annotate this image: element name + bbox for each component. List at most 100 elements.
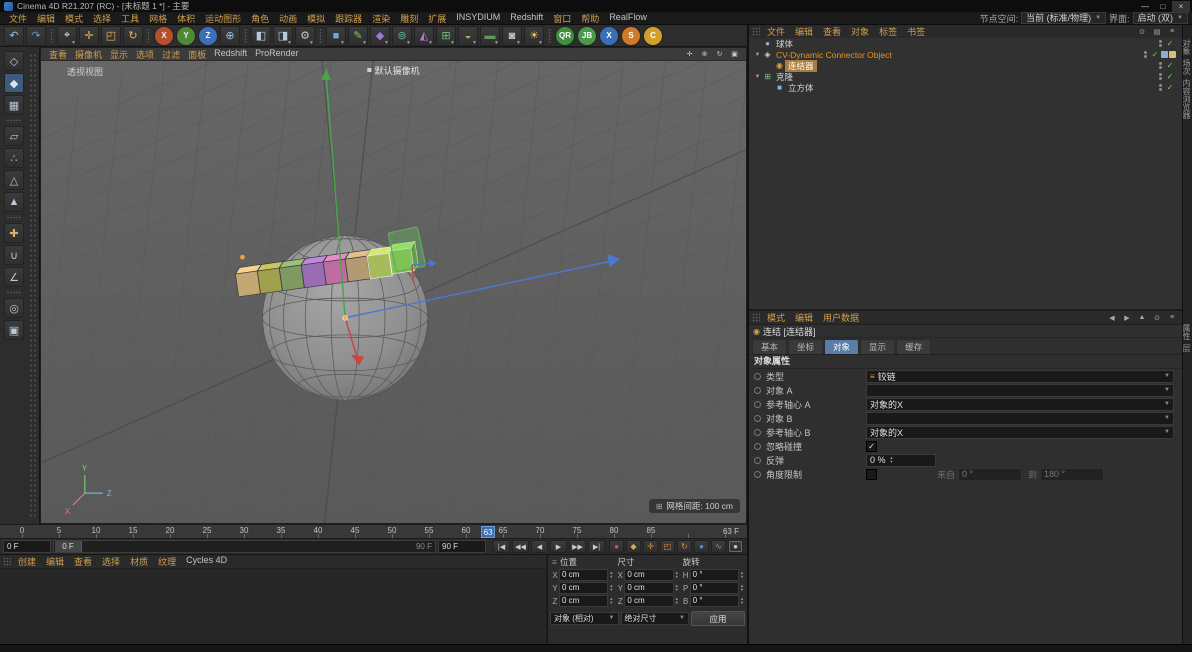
history-forward-icon[interactable]: ▶ [1121, 312, 1133, 323]
material-menu-4[interactable]: 选择 [97, 555, 125, 568]
coordinates-menu-icon[interactable]: ≡ [552, 557, 557, 567]
main-menu-9[interactable]: 角色 [246, 12, 274, 25]
main-menu-1[interactable]: 文件 [4, 12, 32, 25]
nodespace-dropdown[interactable]: 当前 (标准/物理) ▼ [1021, 12, 1107, 24]
spinner-icon[interactable]: ▲ ▼ [675, 571, 679, 579]
x-axis-lock-icon[interactable]: X [154, 25, 174, 46]
visibility-dots[interactable] [1141, 51, 1149, 58]
interface-dropdown[interactable]: 启动 (双) ▼ [1132, 12, 1188, 24]
range-start-handle[interactable]: 0 F [55, 541, 82, 552]
am-tab-2[interactable]: 坐标 [788, 339, 824, 354]
parameter-keyframe-toggle[interactable]: ● [694, 540, 709, 553]
material-menu-2[interactable]: 编辑 [41, 555, 69, 568]
main-menu-15[interactable]: 扩展 [423, 12, 451, 25]
coord-field-旋转-H[interactable]: 0 ° [689, 569, 740, 581]
om-menu-5[interactable]: 标签 [874, 25, 902, 38]
lock-workplane-icon[interactable]: ▣ [4, 320, 24, 340]
viewport-menu-6[interactable]: 面板 [184, 48, 210, 61]
am-menu-1[interactable]: 模式 [762, 311, 790, 324]
main-menu-16[interactable]: INSYDIUM [451, 12, 505, 25]
main-menu-18[interactable]: 窗口 [548, 12, 576, 25]
enable-axis-icon[interactable]: ✚ [4, 223, 24, 243]
cycles-plugin-icon[interactable]: C [643, 25, 663, 46]
angle-limit-checkbox[interactable] [866, 468, 877, 480]
spinner-icon[interactable]: ▲ ▼ [609, 597, 613, 605]
type-dropdown[interactable]: ≡ 铰链 ▼ [866, 369, 1174, 383]
anim-dot[interactable] [754, 414, 761, 422]
anim-dot[interactable] [754, 456, 761, 464]
primitive-cube-menu-icon[interactable]: ■ ▼ [326, 25, 346, 46]
object-name[interactable]: CV-Dynamic Connector Object [773, 50, 895, 60]
material-list-empty[interactable] [0, 569, 546, 645]
undo-icon[interactable]: ↶ [4, 25, 24, 46]
viewport-solo-icon[interactable]: ◎ [4, 298, 24, 318]
material-menu-6[interactable]: 纹理 [153, 555, 181, 568]
dock-tab-mid-1[interactable]: 属性 [1182, 324, 1192, 340]
quantize-toggle-icon[interactable]: ∠ [4, 267, 24, 287]
deformer-menu-icon[interactable]: ◭ ▼ [414, 25, 434, 46]
goto-end-button[interactable]: ▶| [588, 540, 605, 553]
timeline-playhead[interactable]: 63 [481, 526, 496, 538]
main-menu-13[interactable]: 渲染 [367, 12, 395, 25]
coord-field-位置-Y[interactable]: 0 cm [559, 582, 609, 594]
panel-grip[interactable] [752, 27, 760, 36]
viewport-menu-4[interactable]: 选项 [132, 48, 158, 61]
polygons-mode-icon[interactable]: ▲ [4, 192, 24, 212]
keyframe-selection-button[interactable]: ◆ [626, 540, 641, 553]
viewport-view-label[interactable]: 透视视图 [67, 65, 103, 78]
pin-icon[interactable]: ⊙ [1151, 312, 1163, 323]
scale-tool-icon[interactable]: ◰ [101, 25, 121, 46]
qr-plugin-icon[interactable]: QR [555, 25, 575, 46]
anim-dot[interactable] [754, 442, 761, 450]
pla-keyframe-toggle[interactable]: ∿ [711, 540, 726, 553]
material-menu-1[interactable]: 创建 [13, 555, 41, 568]
main-menu-12[interactable]: 跟踪器 [330, 12, 367, 25]
coord-field-旋转-B[interactable]: 0 ° [689, 595, 740, 607]
om-menu-6[interactable]: 书签 [902, 25, 930, 38]
spinner-icon[interactable]: ▲ ▼ [675, 597, 679, 605]
om-search-icon[interactable]: ⊙ [1136, 26, 1148, 37]
live-selection-tool-icon[interactable]: ⌖ ▼ [57, 25, 77, 46]
viewport-menu-5[interactable]: 过滤 [158, 48, 184, 61]
bounce-field[interactable]: 0 % ▲ ▼ [866, 453, 936, 467]
ignore-collisions-checkbox[interactable]: ✓ [866, 440, 877, 452]
om-menu-2[interactable]: 编辑 [790, 25, 818, 38]
viewport-menu-8[interactable]: ProRender [251, 48, 303, 61]
enable-toggle[interactable]: ✓ [1164, 61, 1176, 70]
view-zoom-icon[interactable]: ⊕ [698, 49, 711, 60]
main-menu-19[interactable]: 帮助 [576, 12, 604, 25]
om-menu-1[interactable]: 文件 [762, 25, 790, 38]
minimize-button[interactable]: — [1136, 1, 1154, 12]
scale-keyframe-toggle[interactable]: ◰ [660, 540, 675, 553]
insydium-plugin-icon[interactable]: S [621, 25, 641, 46]
autokey-toggle[interactable]: ● [728, 540, 743, 553]
spinner-icon[interactable]: ▲ ▼ [740, 584, 744, 592]
anim-dot[interactable] [754, 470, 761, 478]
coord-field-尺寸-X[interactable]: 0 cm [624, 569, 674, 581]
y-axis-lock-icon[interactable]: Y [176, 25, 196, 46]
am-menu-3[interactable]: 用户数据 [818, 311, 864, 324]
enable-toggle[interactable]: ✓ [1164, 83, 1176, 92]
subdivision-surface-menu-icon[interactable]: ◆ ▼ [370, 25, 390, 46]
jb-plugin-icon[interactable]: JB [577, 25, 597, 46]
om-menu-icon[interactable]: ≡ [1166, 26, 1178, 37]
to-field[interactable]: 180 ° [1040, 467, 1105, 481]
view-rotate-icon[interactable]: ↻ [713, 49, 726, 60]
coord-field-尺寸-Z[interactable]: 0 cm [624, 595, 674, 607]
previous-key-button[interactable]: ◀◀ [512, 540, 529, 553]
previous-frame-button[interactable]: ◀ [531, 540, 548, 553]
rotate-tool-icon[interactable]: ↻ [123, 25, 143, 46]
viewport-canvas[interactable]: Y Z X 透视视图 ◙ 默认摄像机 ⊞ 网格间距: 100 cm [41, 61, 746, 523]
points-mode-icon[interactable]: ∴ [4, 148, 24, 168]
object-b-field[interactable]: ▼ [866, 411, 1174, 425]
object-row-1[interactable]: ● 球体 ✓ [749, 38, 1182, 49]
coordinate-mode-dropdown[interactable]: 对象 (相对) ▼ [550, 612, 619, 625]
viewport-menu-2[interactable]: 摄像机 [71, 48, 106, 61]
position-keyframe-toggle[interactable]: ✛ [643, 540, 658, 553]
spline-pen-menu-icon[interactable]: ✎ ▼ [348, 25, 368, 46]
close-button[interactable]: × [1172, 0, 1190, 12]
render-view-icon[interactable]: ◧ [251, 25, 271, 46]
coord-field-位置-Z[interactable]: 0 cm [559, 595, 609, 607]
main-menu-4[interactable]: 选择 [88, 12, 116, 25]
parent-up-icon[interactable]: ▲ [1136, 312, 1148, 323]
